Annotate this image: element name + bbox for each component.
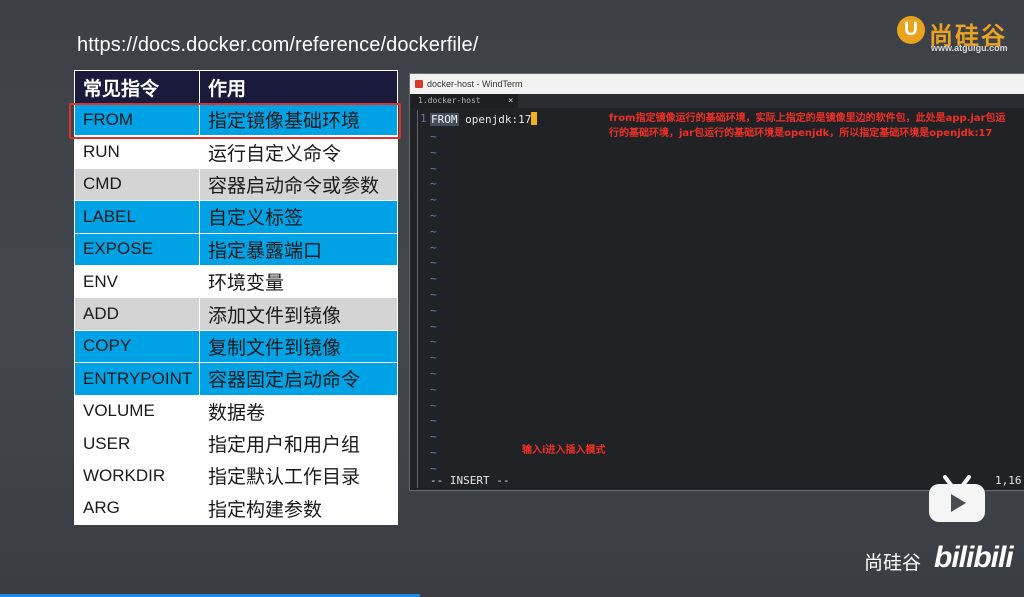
code-argument: openjdk:17 <box>458 113 532 126</box>
description-cell: 自定义标签 <box>199 200 398 234</box>
from-row-highlight <box>69 103 401 139</box>
tab-label: 1.docker-host <box>418 96 481 105</box>
table-row: ENTRYPOINT 容器固定启动命令 <box>74 362 398 396</box>
bilibili-logo: bilibili <box>934 541 1014 574</box>
table-row: CMD 容器启动命令或参数 <box>74 167 398 202</box>
table-row: USER 指定用户和用户组 <box>74 426 398 461</box>
command-cell: RUN <box>74 135 200 169</box>
table-row: COPY 复制文件到镜像 <box>74 329 398 364</box>
table-row: LABEL 自定义标签 <box>74 200 398 234</box>
description-cell: 指定用户和用户组 <box>199 426 398 461</box>
empty-line-tilde: ~ <box>430 398 437 412</box>
close-icon[interactable]: × <box>508 94 513 108</box>
command-cell: ENV <box>74 264 200 299</box>
window-title: docker-host - WindTerm <box>427 79 523 89</box>
description-cell: 数据卷 <box>199 394 398 428</box>
empty-line-tilde: ~ <box>430 414 437 428</box>
window-titlebar[interactable]: docker-host - WindTerm <box>410 74 1024 94</box>
description-cell: 容器启动命令或参数 <box>199 167 398 202</box>
editor-code-line[interactable]: FROM openjdk:17 <box>430 112 538 126</box>
description-cell: 指定暴露端口 <box>199 232 398 266</box>
table-header-row: 常见指令 作用 <box>74 70 398 104</box>
empty-line-tilde: ~ <box>430 209 437 222</box>
empty-line-tilde: ~ <box>430 240 437 254</box>
description-cell: 指定构建参数 <box>199 491 398 526</box>
empty-line-tilde: ~ <box>430 272 437 286</box>
empty-line-tilde: ~ <box>430 430 437 444</box>
description-cell: 环境变量 <box>199 264 398 299</box>
logo-u-icon: U <box>897 16 925 44</box>
description-cell: 添加文件到镜像 <box>199 297 398 331</box>
empty-line-tilde: ~ <box>430 446 437 459</box>
description-cell: 复制文件到镜像 <box>199 329 398 364</box>
insert-mode-note: 输入i进入插入模式 <box>522 445 606 456</box>
empty-line-tilde: ~ <box>430 382 437 396</box>
logo-site: www.atguigu.com <box>931 43 1008 53</box>
windterm-app-icon <box>415 80 423 88</box>
empty-line-tilde: ~ <box>430 288 437 301</box>
header-purpose: 作用 <box>199 70 398 104</box>
text-cursor <box>531 112 538 125</box>
vim-mode-indicator: -- INSERT -- <box>430 474 510 487</box>
cursor-position: 1,16 <box>995 474 1022 487</box>
gutter-line <box>417 110 418 488</box>
empty-line-tilde: ~ <box>430 351 437 365</box>
from-keyword: FROM <box>430 113 459 126</box>
command-cell: ENTRYPOINT <box>74 362 200 396</box>
empty-line-tilde: ~ <box>430 177 437 191</box>
line-number: 1 <box>420 112 427 125</box>
tab-bar: 1.docker-host × <box>410 94 1024 108</box>
command-cell: ARG <box>74 491 200 526</box>
empty-line-tilde: ~ <box>430 130 437 143</box>
empty-line-tilde: ~ <box>430 193 437 207</box>
from-explanation-note: from指定镜像运行的基础环境，实际上指定的是镜像里边的软件包，此处是app.j… <box>609 113 1006 139</box>
command-cell: COPY <box>74 329 200 364</box>
tab-docker-host[interactable]: 1.docker-host × <box>410 94 518 108</box>
empty-line-tilde: ~ <box>430 256 437 270</box>
command-cell: EXPOSE <box>74 232 200 266</box>
table-row: RUN 运行自定义命令 <box>74 135 398 169</box>
reference-url: https://docs.docker.com/reference/docker… <box>77 34 479 56</box>
command-cell: VOLUME <box>74 394 200 428</box>
empty-line-tilde: ~ <box>430 461 437 475</box>
empty-line-tilde: ~ <box>430 303 437 317</box>
bilibili-play-icon[interactable] <box>927 475 987 523</box>
table-row: VOLUME 数据卷 <box>74 394 398 428</box>
empty-line-tilde: ~ <box>430 161 437 175</box>
command-cell: CMD <box>74 167 200 202</box>
empty-line-tilde: ~ <box>430 224 437 238</box>
empty-line-tilde: ~ <box>430 145 437 159</box>
description-cell: 容器固定启动命令 <box>199 362 398 396</box>
command-cell: USER <box>74 426 200 461</box>
table-row: EXPOSE 指定暴露端口 <box>74 232 398 266</box>
empty-line-tilde: ~ <box>430 335 437 349</box>
command-cell: ADD <box>74 297 200 331</box>
description-cell: 指定默认工作目录 <box>199 459 398 493</box>
table-row: WORKDIR 指定默认工作目录 <box>74 459 398 493</box>
table-row: ADD 添加文件到镜像 <box>74 297 398 331</box>
windterm-window[interactable]: docker-host - WindTerm 1.docker-host × 1… <box>409 73 1024 491</box>
command-cell: WORKDIR <box>74 459 200 493</box>
bottom-brand-name: 尚硅谷 <box>864 552 922 574</box>
header-command: 常见指令 <box>74 70 200 104</box>
command-cell: LABEL <box>74 200 200 234</box>
description-cell: 运行自定义命令 <box>199 135 398 169</box>
table-row: ARG 指定构建参数 <box>74 491 398 526</box>
atguigu-logo: U 尚硅谷 www.atguigu.com <box>897 16 1019 54</box>
empty-line-tilde: ~ <box>430 319 437 333</box>
table-row: ENV 环境变量 <box>74 264 398 299</box>
empty-line-tilde: ~ <box>430 367 437 380</box>
